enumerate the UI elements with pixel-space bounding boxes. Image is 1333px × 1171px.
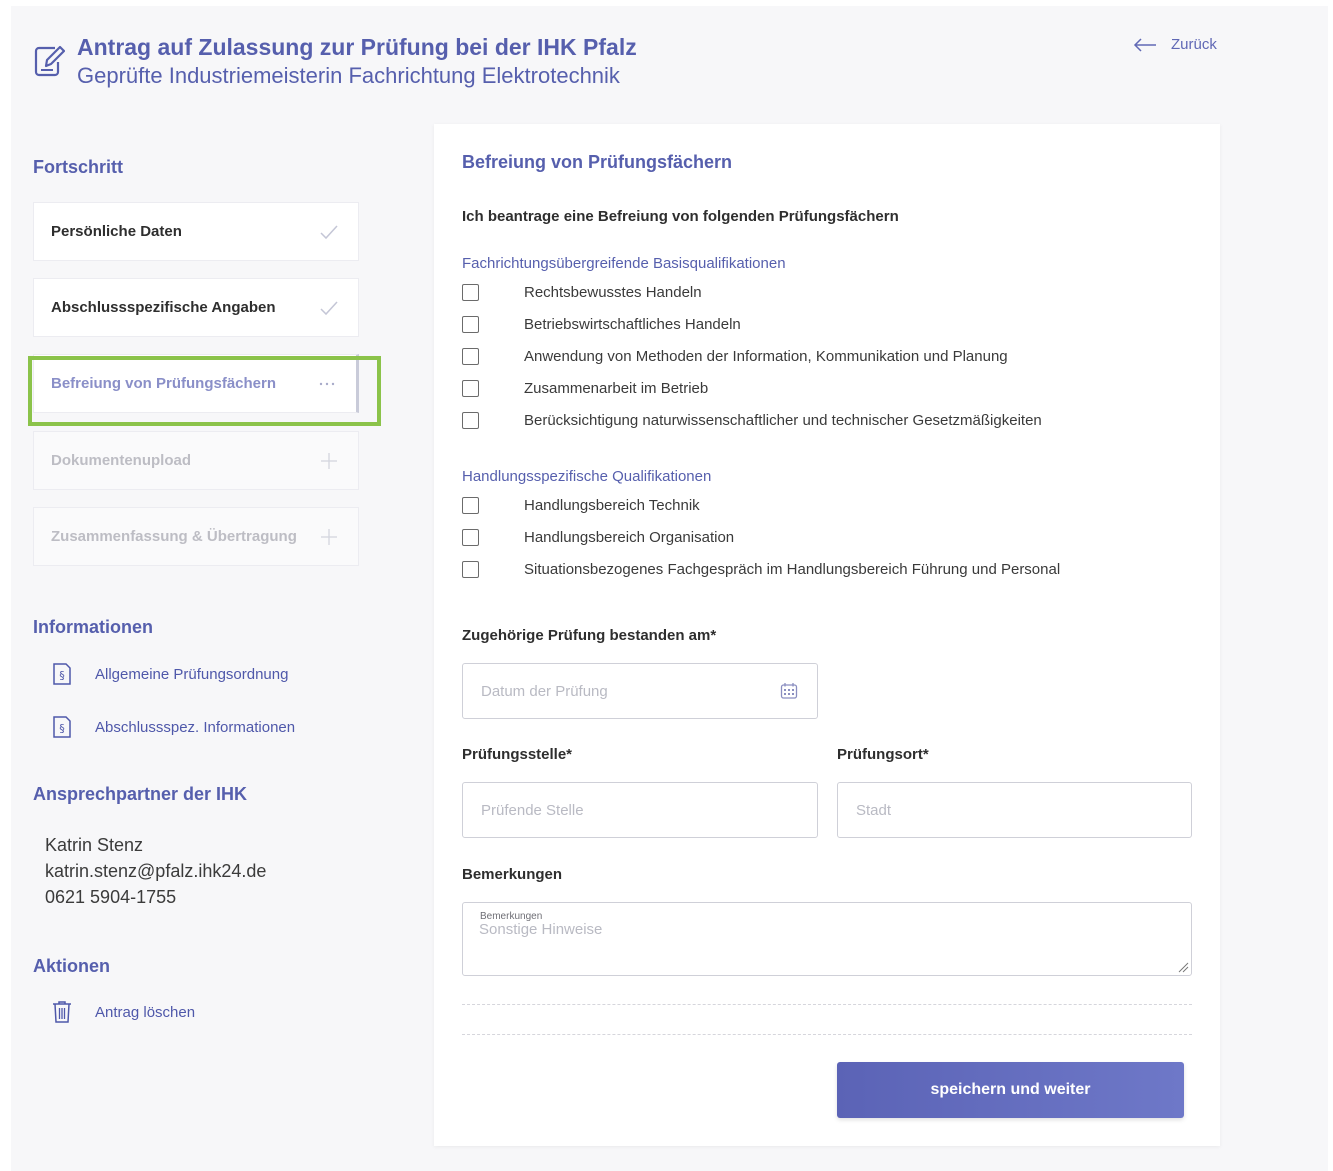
checkbox[interactable] (462, 380, 479, 397)
checkbox-row[interactable]: Rechtsbewusstes Handeln (462, 284, 702, 301)
checkbox-label: Berücksichtigung naturwissenschaftlicher… (524, 412, 1042, 429)
checkbox-row[interactable]: Handlungsbereich Technik (462, 497, 700, 514)
checkbox-label: Anwendung von Methoden der Information, … (524, 348, 1008, 365)
remarks-field[interactable]: Bemerkungen (462, 902, 1192, 976)
exam-office-input[interactable] (462, 782, 818, 838)
contact-heading: Ansprechpartner der IHK (33, 784, 248, 804)
group-title-basic: Fachrichtungsübergreifende Basisqualifik… (462, 255, 786, 272)
checkbox-label: Handlungsbereich Technik (524, 497, 700, 514)
checkbox-row[interactable]: Betriebswirtschaftliches Handeln (462, 316, 741, 333)
resize-handle-icon[interactable] (1177, 961, 1189, 973)
back-label: Zurück (1171, 36, 1217, 53)
progress-heading: Fortschritt (33, 157, 123, 177)
page-title: Antrag auf Zulassung zur Prüfung bei der… (77, 34, 637, 60)
checkmark-icon (318, 221, 340, 243)
contact-name: Katrin Stenz (45, 835, 144, 855)
exam-location-label: Prüfungsort* (837, 746, 929, 763)
contact-phone: 0621 5904-1755 (45, 887, 177, 907)
checkbox-label: Zusammenarbeit im Betrieb (524, 380, 709, 397)
link-label: Allgemeine Prüfungsordnung (95, 665, 289, 683)
link-degree-specific-info[interactable]: § Abschlussspez. Informationen (51, 715, 295, 739)
svg-text:§: § (59, 669, 65, 682)
calendar-icon[interactable] (780, 682, 798, 700)
paragraph-document-icon: § (53, 716, 71, 738)
exemption-form-card: Befreiung von Prüfungsfächern Ich beantr… (434, 124, 1220, 1146)
checkbox-label: Rechtsbewusstes Handeln (524, 284, 702, 301)
checkbox-row[interactable]: Zusammenarbeit im Betrieb (462, 380, 708, 397)
remarks-label: Bemerkungen (462, 866, 563, 883)
step-label: Abschlussspezifische Angaben (51, 299, 276, 316)
back-link[interactable]: Zurück (1133, 36, 1217, 53)
trash-icon (53, 1001, 71, 1023)
active-step-highlight (28, 356, 381, 426)
group-title-specific: Handlungsspezifische Qualifikationen (462, 468, 712, 485)
step-label: Persönliche Daten (51, 223, 182, 240)
page-subtitle: Geprüfte Industriemeisterin Fachrichtung… (77, 63, 620, 88)
contact-block: Katrin Stenz katrin.stenz@pfalz.ihk24.de… (45, 832, 266, 910)
delete-application-button[interactable]: Antrag löschen (51, 1000, 195, 1024)
checkbox[interactable] (462, 316, 479, 333)
step-summary-transfer[interactable]: Zusammenfassung & Übertragung (33, 507, 359, 566)
info-heading: Informationen (33, 617, 153, 637)
page-header: Antrag auf Zulassung zur Prüfung bei der… (33, 34, 1233, 94)
checkbox-label: Situationsbezogenes Fachgespräch im Hand… (524, 561, 1061, 578)
checkbox-row[interactable]: Situationsbezogenes Fachgespräch im Hand… (462, 561, 1060, 578)
checkbox-row[interactable]: Berücksichtigung naturwissenschaftlicher… (462, 412, 1042, 429)
actions-heading: Aktionen (33, 956, 111, 976)
arrow-left-icon (1133, 37, 1156, 52)
date-label: Zugehörige Prüfung bestanden am* (462, 627, 717, 644)
step-personal-data[interactable]: Persönliche Daten (33, 202, 359, 261)
plus-icon (318, 450, 340, 472)
exam-date-input[interactable] (462, 663, 818, 719)
checkbox[interactable] (462, 412, 479, 429)
form-title: Befreiung von Prüfungsfächern (462, 152, 733, 172)
step-label: Dokumentenupload (51, 452, 192, 469)
checkbox[interactable] (462, 284, 479, 301)
checkbox-label: Handlungsbereich Organisation (524, 529, 735, 546)
checkmark-icon (318, 297, 340, 319)
exam-location-input[interactable] (837, 782, 1192, 838)
checkbox[interactable] (462, 497, 479, 514)
checkbox-row[interactable]: Anwendung von Methoden der Information, … (462, 348, 1008, 365)
remarks-textarea[interactable] (479, 921, 1179, 971)
checkbox[interactable] (462, 348, 479, 365)
exam-office-label: Prüfungsstelle* (462, 746, 573, 763)
checkbox[interactable] (462, 529, 479, 546)
divider (462, 1004, 1192, 1005)
svg-text:§: § (59, 722, 65, 735)
form-intro: Ich beantrage eine Befreiung von folgend… (462, 208, 899, 225)
step-degree-specific[interactable]: Abschlussspezifische Angaben (33, 278, 359, 337)
plus-icon (318, 526, 340, 548)
step-label: Zusammenfassung & Übertragung (51, 528, 297, 545)
checkbox[interactable] (462, 561, 479, 578)
action-label: Antrag löschen (95, 1003, 196, 1021)
paragraph-document-icon: § (53, 663, 71, 685)
contact-email[interactable]: katrin.stenz@pfalz.ihk24.de (45, 858, 266, 884)
divider (462, 1034, 1192, 1035)
link-general-exam-rules[interactable]: § Allgemeine Prüfungsordnung (51, 662, 288, 686)
edit-document-icon (34, 45, 65, 77)
step-document-upload[interactable]: Dokumentenupload (33, 431, 359, 490)
save-and-continue-button[interactable]: speichern und weiter (837, 1062, 1184, 1118)
checkbox-row[interactable]: Handlungsbereich Organisation (462, 529, 734, 546)
checkbox-label: Betriebswirtschaftliches Handeln (524, 316, 741, 333)
link-label: Abschlussspez. Informationen (95, 718, 296, 736)
